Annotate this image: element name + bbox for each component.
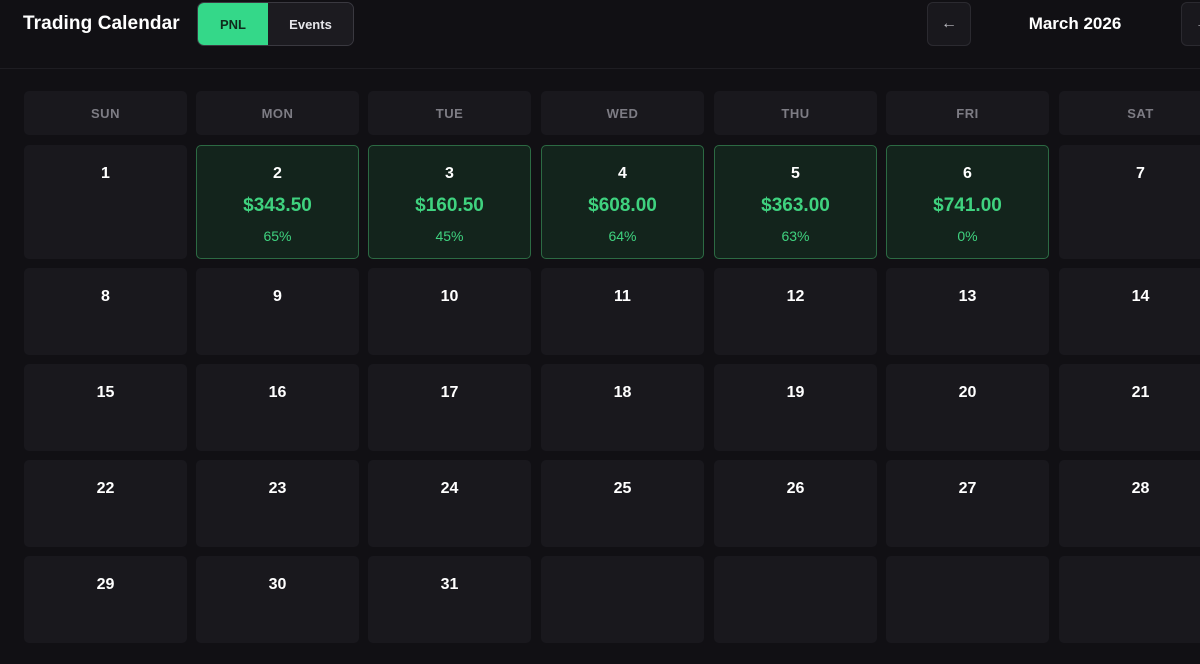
day-cell-19[interactable]: 19 bbox=[714, 364, 877, 451]
day-cell-22[interactable]: 22 bbox=[24, 460, 187, 547]
day-pnl-value: $363.00 bbox=[761, 195, 830, 216]
day-cell-10[interactable]: 10 bbox=[368, 268, 531, 355]
day-cell-28[interactable]: 28 bbox=[1059, 460, 1200, 547]
day-cell-24[interactable]: 24 bbox=[368, 460, 531, 547]
day-number: 5 bbox=[791, 165, 800, 182]
day-cell-23[interactable]: 23 bbox=[196, 460, 359, 547]
day-number: 7 bbox=[1136, 165, 1145, 182]
day-cell-4[interactable]: 4 $608.00 64% bbox=[541, 145, 704, 259]
day-number: 28 bbox=[1131, 480, 1150, 497]
day-win-rate: 63% bbox=[781, 228, 810, 244]
day-cell-25[interactable]: 25 bbox=[541, 460, 704, 547]
day-cell-11[interactable]: 11 bbox=[541, 268, 704, 355]
day-win-rate: 65% bbox=[263, 228, 292, 244]
day-cell-31[interactable]: 31 bbox=[368, 556, 531, 643]
month-label: March 2026 bbox=[1028, 14, 1122, 33]
day-number: 29 bbox=[96, 576, 115, 593]
day-cell-7[interactable]: 7 bbox=[1059, 145, 1200, 259]
day-number: 9 bbox=[273, 288, 282, 305]
day-win-rate: 64% bbox=[608, 228, 637, 244]
trading-calendar-app: Trading Calendar PNL Events ← March 2026… bbox=[0, 0, 1200, 664]
day-pnl-value: $608.00 bbox=[588, 195, 657, 216]
day-number: 16 bbox=[268, 384, 287, 401]
day-cell-12[interactable]: 12 bbox=[714, 268, 877, 355]
day-number: 19 bbox=[786, 384, 805, 401]
day-number: 22 bbox=[96, 480, 115, 497]
weekday-header-thu: THU bbox=[714, 91, 877, 135]
weekday-header-sun: SUN bbox=[24, 91, 187, 135]
day-number: 21 bbox=[1131, 384, 1150, 401]
day-cell-30[interactable]: 30 bbox=[196, 556, 359, 643]
day-number: 2 bbox=[273, 165, 282, 182]
day-cell-18[interactable]: 18 bbox=[541, 364, 704, 451]
weekday-header-tue: TUE bbox=[368, 91, 531, 135]
day-number: 20 bbox=[958, 384, 977, 401]
day-pnl-value: $160.50 bbox=[415, 195, 484, 216]
day-number: 31 bbox=[440, 576, 459, 593]
day-cell-2[interactable]: 2 $343.50 65% bbox=[196, 145, 359, 259]
empty-day-cell bbox=[886, 556, 1049, 643]
day-number: 17 bbox=[440, 384, 459, 401]
arrow-right-icon: → bbox=[1195, 15, 1200, 33]
day-pnl-value: $343.50 bbox=[243, 195, 312, 216]
day-cell-8[interactable]: 8 bbox=[24, 268, 187, 355]
day-cell-27[interactable]: 27 bbox=[886, 460, 1049, 547]
events-tab[interactable]: Events bbox=[268, 3, 353, 45]
day-number: 25 bbox=[613, 480, 632, 497]
day-number: 23 bbox=[268, 480, 287, 497]
next-month-button[interactable]: → bbox=[1181, 2, 1200, 46]
day-number: 10 bbox=[440, 288, 459, 305]
day-cell-29[interactable]: 29 bbox=[24, 556, 187, 643]
empty-day-cell bbox=[541, 556, 704, 643]
prev-month-button[interactable]: ← bbox=[927, 2, 971, 46]
day-win-rate: 0% bbox=[957, 228, 978, 244]
day-number: 11 bbox=[614, 288, 631, 305]
day-number: 3 bbox=[445, 165, 454, 182]
day-cell-9[interactable]: 9 bbox=[196, 268, 359, 355]
day-cell-15[interactable]: 15 bbox=[24, 364, 187, 451]
day-cell-26[interactable]: 26 bbox=[714, 460, 877, 547]
day-number: 12 bbox=[786, 288, 805, 305]
page-title: Trading Calendar bbox=[23, 13, 180, 34]
day-pnl-value: $741.00 bbox=[933, 195, 1002, 216]
pnl-tab[interactable]: PNL bbox=[198, 3, 268, 45]
day-cell-1[interactable]: 1 bbox=[24, 145, 187, 259]
day-number: 8 bbox=[101, 288, 110, 305]
view-toggle: PNL Events bbox=[197, 2, 354, 46]
day-number: 24 bbox=[440, 480, 459, 497]
day-number: 6 bbox=[963, 165, 972, 182]
day-number: 13 bbox=[958, 288, 977, 305]
weekday-header-sat: SAT bbox=[1059, 91, 1200, 135]
weekday-header-mon: MON bbox=[196, 91, 359, 135]
day-cell-6[interactable]: 6 $741.00 0% bbox=[886, 145, 1049, 259]
day-number: 1 bbox=[101, 165, 110, 182]
day-number: 15 bbox=[96, 384, 115, 401]
weekday-header-fri: FRI bbox=[886, 91, 1049, 135]
day-cell-5[interactable]: 5 $363.00 63% bbox=[714, 145, 877, 259]
header: Trading Calendar PNL Events ← March 2026… bbox=[0, 0, 1200, 69]
arrow-left-icon: ← bbox=[941, 15, 957, 32]
day-cell-16[interactable]: 16 bbox=[196, 364, 359, 451]
day-cell-3[interactable]: 3 $160.50 45% bbox=[368, 145, 531, 259]
day-number: 27 bbox=[958, 480, 977, 497]
empty-day-cell bbox=[714, 556, 877, 643]
empty-day-cell bbox=[1059, 556, 1200, 643]
day-cell-13[interactable]: 13 bbox=[886, 268, 1049, 355]
day-number: 30 bbox=[268, 576, 287, 593]
day-cell-17[interactable]: 17 bbox=[368, 364, 531, 451]
day-cell-14[interactable]: 14 bbox=[1059, 268, 1200, 355]
day-number: 4 bbox=[618, 165, 627, 182]
day-cell-21[interactable]: 21 bbox=[1059, 364, 1200, 451]
day-number: 26 bbox=[786, 480, 805, 497]
weekday-header-wed: WED bbox=[541, 91, 704, 135]
day-win-rate: 45% bbox=[435, 228, 464, 244]
day-number: 18 bbox=[613, 384, 632, 401]
day-cell-20[interactable]: 20 bbox=[886, 364, 1049, 451]
day-number: 14 bbox=[1131, 288, 1150, 305]
